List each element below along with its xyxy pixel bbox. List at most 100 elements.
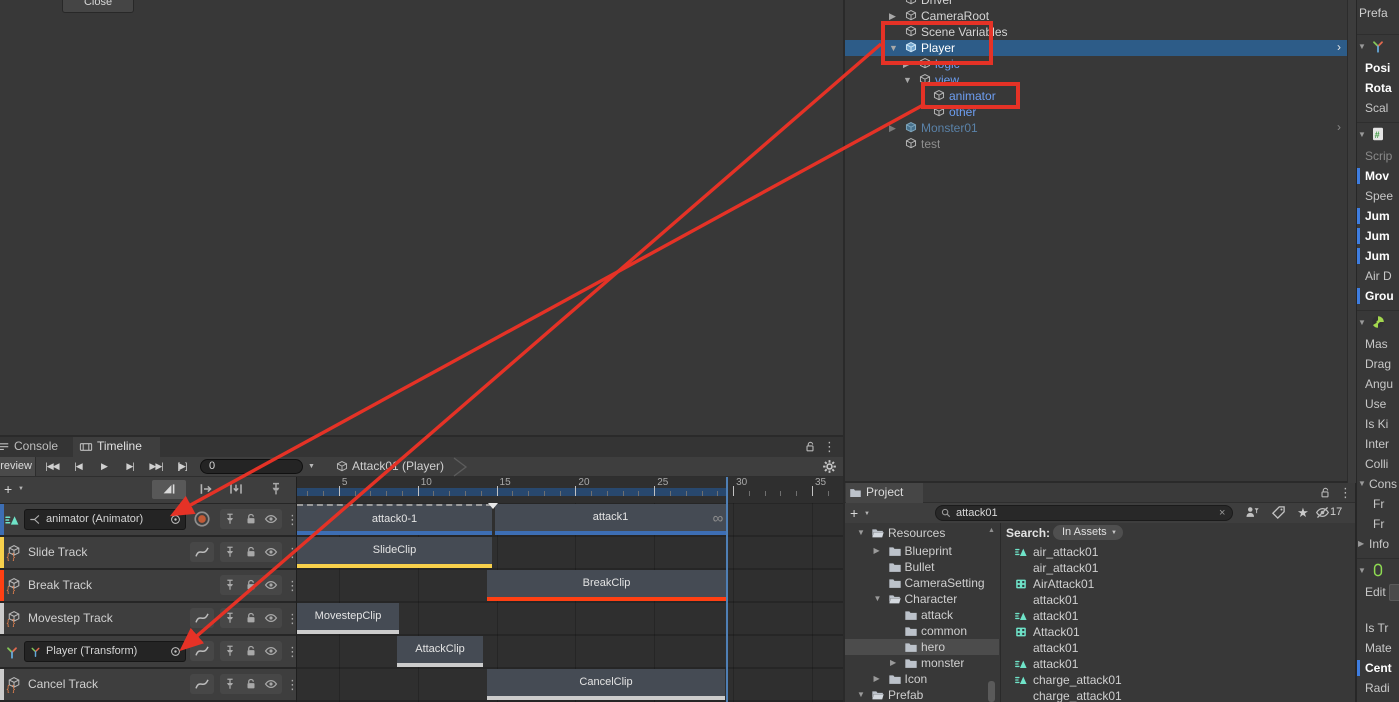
foldout-closed-icon[interactable]: ▶: [903, 57, 915, 71]
track-lock-icon[interactable]: [244, 578, 258, 592]
foldout-open-icon[interactable]: ▼: [874, 592, 885, 606]
foldout-open-icon[interactable]: ▼: [1358, 479, 1368, 489]
timeline-ruler[interactable]: 5101520253035: [297, 477, 843, 503]
hierarchy-item-view[interactable]: ▼view: [845, 72, 1347, 88]
track-binding-field[interactable]: Player (Transform): [24, 641, 186, 662]
inspector-property-row[interactable]: Jum: [1357, 246, 1399, 266]
chevron-right-icon[interactable]: ›: [1337, 120, 1347, 136]
mix-mode-button[interactable]: [152, 480, 186, 499]
foldout-closed-icon[interactable]: ▶: [1358, 539, 1368, 549]
clip-slideclip[interactable]: SlideClip: [297, 537, 492, 568]
result-item-7[interactable]: attack01: [1001, 656, 1347, 672]
foldout-closed-icon[interactable]: ▶: [889, 121, 901, 135]
track-pin-icon[interactable]: [223, 545, 237, 559]
timeline-asset-breadcrumb[interactable]: Attack01 (Player): [352, 457, 444, 477]
track-eye-icon[interactable]: [264, 677, 278, 691]
kebab-menu-icon[interactable]: ⋮: [823, 438, 835, 456]
component-header[interactable]: ▼: [1357, 34, 1399, 58]
skip-end-button[interactable]: ▶▶|: [144, 457, 168, 476]
search-input[interactable]: attack01×: [935, 505, 1233, 521]
inspector-property-row[interactable]: Fr: [1357, 494, 1399, 514]
track-kebab-icon[interactable]: ⋮: [286, 643, 296, 661]
track-lock-icon[interactable]: [244, 512, 258, 526]
inspector-property-row[interactable]: Posi: [1357, 58, 1399, 78]
track-kebab-icon[interactable]: ⋮: [286, 511, 296, 529]
kebab-menu-icon[interactable]: ⋮: [1339, 484, 1351, 502]
timeline-end-marker[interactable]: [726, 477, 728, 702]
inspector-property-row[interactable]: Use: [1357, 394, 1399, 414]
clip-breakclip[interactable]: BreakClip: [487, 570, 726, 601]
search-by-type-icon[interactable]: [1245, 505, 1260, 520]
inspector-property-row[interactable]: Jum: [1357, 226, 1399, 246]
clip-attackclip[interactable]: AttackClip: [397, 636, 483, 667]
track-kebab-icon[interactable]: ⋮: [286, 544, 296, 562]
result-item-9[interactable]: charge_attack01: [1001, 688, 1347, 702]
track-kebab-icon[interactable]: ⋮: [286, 610, 296, 628]
inspector-property-row[interactable]: Jum: [1357, 206, 1399, 226]
track-pin-icon[interactable]: [223, 677, 237, 691]
foldout-open-icon[interactable]: ▼: [903, 73, 915, 87]
result-item-6[interactable]: attack01: [1001, 640, 1347, 656]
tab-project[interactable]: Project: [846, 483, 923, 503]
curves-button[interactable]: [190, 674, 214, 694]
timeline-settings-gear-icon[interactable]: [822, 459, 837, 474]
track-pin-icon[interactable]: [223, 578, 237, 592]
inspector-property-row[interactable]: Drag: [1357, 354, 1399, 374]
panel-lock-icon[interactable]: [1318, 486, 1332, 500]
foldout-closed-icon[interactable]: ▶: [874, 672, 885, 686]
inspector-property-row[interactable]: Scal: [1357, 98, 1399, 118]
tree-item-resources[interactable]: ▼Resources: [845, 525, 999, 541]
result-item-0[interactable]: air_attack01: [1001, 544, 1347, 560]
add-track-button[interactable]: +: [4, 479, 18, 499]
foldout-open-icon[interactable]: ▼: [889, 41, 901, 55]
track-lock-icon[interactable]: [244, 677, 258, 691]
tree-item-monster[interactable]: ▶monster: [845, 655, 999, 671]
curves-button[interactable]: [190, 608, 214, 628]
inspector-property-row[interactable]: Air D: [1357, 266, 1399, 286]
hierarchy-item-logic[interactable]: ▶logic: [845, 56, 1347, 72]
object-picker-target-icon[interactable]: [169, 645, 182, 658]
clip-attack1[interactable]: attack1: [495, 504, 726, 535]
panel-lock-icon[interactable]: [803, 440, 817, 454]
result-item-4[interactable]: attack01: [1001, 608, 1347, 624]
inspector-property-row[interactable]: Colli: [1357, 454, 1399, 474]
component-header[interactable]: ▼: [1357, 558, 1399, 582]
play-range-button[interactable]: [▶]: [170, 457, 194, 476]
create-asset-caret[interactable]: ▼: [864, 509, 872, 519]
track-pin-icon[interactable]: [223, 611, 237, 625]
preview-toggle-button[interactable]: review: [0, 457, 36, 476]
tree-item-icon[interactable]: ▶Icon: [845, 671, 999, 687]
clip-cancelclip[interactable]: CancelClip: [487, 669, 725, 700]
hierarchy-item-monster01[interactable]: ▶Monster01›: [845, 120, 1347, 136]
foldout-closed-icon[interactable]: ▶: [874, 544, 885, 558]
result-item-5[interactable]: Attack01: [1001, 624, 1347, 640]
clip-attack0-1[interactable]: attack0-1: [297, 504, 492, 535]
chevron-right-icon[interactable]: ›: [1337, 40, 1347, 56]
track-lock-icon[interactable]: [244, 611, 258, 625]
tree-item-attack[interactable]: attack: [845, 607, 999, 623]
step-forward-button[interactable]: ▶|: [118, 457, 142, 476]
track-header-slide[interactable]: { }Slide Track⋮: [0, 537, 296, 568]
replace-mode-icon[interactable]: [228, 481, 244, 497]
edit-collider-button[interactable]: [1389, 584, 1399, 601]
track-header-break[interactable]: { }Break Track⋮: [0, 570, 296, 601]
tab-console[interactable]: Console: [0, 437, 72, 457]
inspector-property-row[interactable]: Is Tr: [1357, 618, 1399, 638]
track-eye-icon[interactable]: [264, 611, 278, 625]
hierarchy-item-animator[interactable]: animator: [845, 88, 1347, 104]
inspector-property-row[interactable]: ▼Cons: [1357, 474, 1399, 494]
clip-movestepclip[interactable]: MovestepClip: [297, 603, 399, 634]
track-eye-icon[interactable]: [264, 644, 278, 658]
tree-item-bullet[interactable]: Bullet: [845, 559, 999, 575]
hierarchy-item-driver[interactable]: Driver: [845, 0, 1347, 8]
foldout-open-icon[interactable]: ▼: [1358, 566, 1368, 576]
hidden-packages-icon[interactable]: [1315, 505, 1330, 520]
track-header-animator[interactable]: animator (Animator)⋮: [0, 504, 296, 535]
hierarchy-item-scene-variables[interactable]: Scene Variables: [845, 24, 1347, 40]
foldout-open-icon[interactable]: ▼: [1358, 42, 1368, 52]
inspector-property-row[interactable]: Spee: [1357, 186, 1399, 206]
skip-start-button[interactable]: |◀◀: [40, 457, 64, 476]
track-lock-icon[interactable]: [244, 545, 258, 559]
tab-timeline[interactable]: Timeline: [73, 437, 160, 457]
clear-search-icon[interactable]: ×: [1219, 506, 1231, 520]
